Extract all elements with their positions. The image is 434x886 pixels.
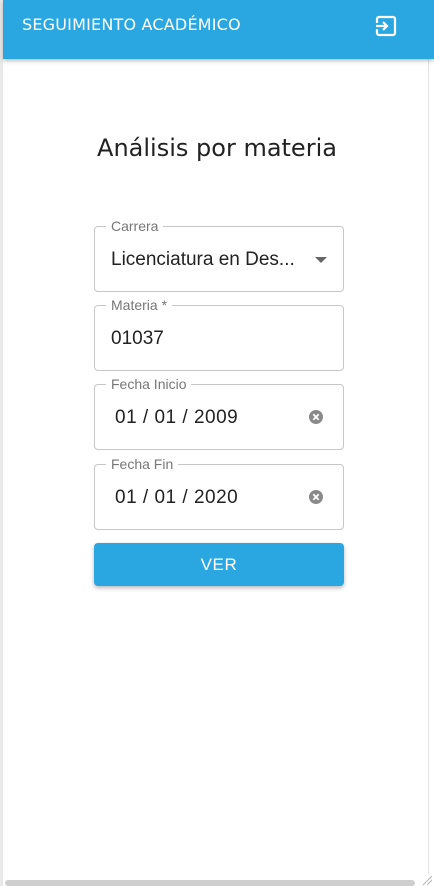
fecha-inicio-label: Fecha Inicio <box>106 375 192 393</box>
carrera-value: Licenciatura en Des... <box>111 249 295 270</box>
carrera-select[interactable]: Carrera Licenciatura en Des... <box>94 217 344 292</box>
materia-input[interactable]: Materia * 01037 <box>94 296 344 371</box>
ver-button[interactable]: VER <box>94 543 344 586</box>
clear-icon[interactable] <box>308 409 324 425</box>
carrera-label: Carrera <box>106 217 164 235</box>
materia-value: 01037 <box>111 328 164 349</box>
materia-label: Materia * <box>106 296 173 314</box>
fecha-fin-field[interactable]: Fecha Fin 01 / 01 / 2020 <box>94 455 344 530</box>
divider <box>428 59 429 874</box>
exit-to-app-icon <box>375 15 397 37</box>
horizontal-scrollbar[interactable] <box>5 880 415 886</box>
clear-icon[interactable] <box>308 489 324 505</box>
app-bar: SEGUIMIENTO ACADÉMICO <box>3 0 434 59</box>
fecha-fin-label: Fecha Fin <box>106 455 179 473</box>
dropdown-arrow-icon[interactable] <box>315 257 327 263</box>
app-window: SEGUIMIENTO ACADÉMICO Análisis por mater… <box>0 0 434 886</box>
fecha-inicio-value: 01 / 01 / 2009 <box>115 407 239 428</box>
resize-handle-icon[interactable] <box>421 873 433 886</box>
fecha-fin-value: 01 / 01 / 2020 <box>115 487 239 508</box>
window-edge <box>0 0 3 886</box>
page-title: Análisis por materia <box>97 134 337 162</box>
logout-button[interactable] <box>372 12 400 40</box>
fecha-inicio-field[interactable]: Fecha Inicio 01 / 01 / 2009 <box>94 375 344 450</box>
app-title: SEGUIMIENTO ACADÉMICO <box>22 15 241 34</box>
